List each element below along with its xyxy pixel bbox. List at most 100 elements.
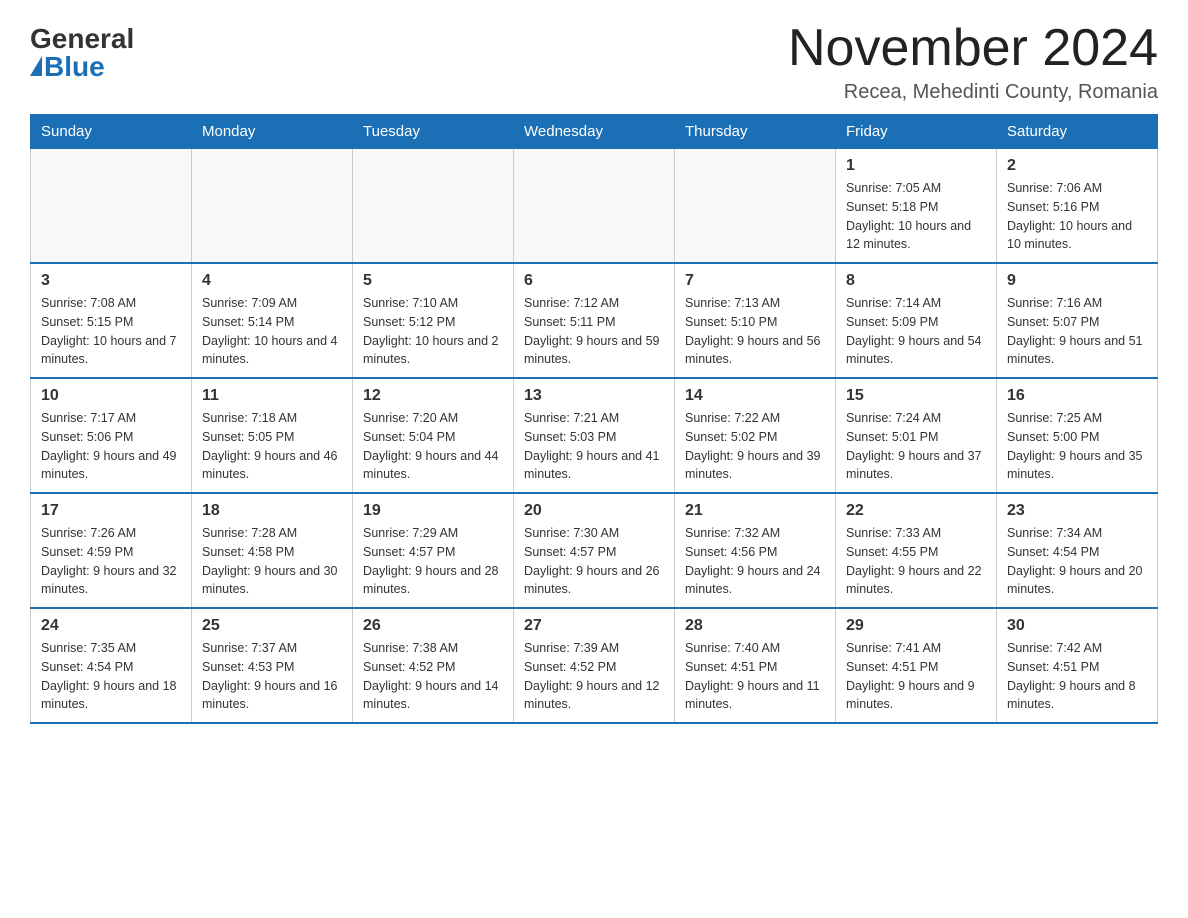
calendar-cell: 16 Sunrise: 7:25 AMSunset: 5:00 PMDayligh… <box>997 378 1158 493</box>
day-number: 3 <box>41 272 181 290</box>
day-number: 29 <box>846 617 986 635</box>
calendar-cell: 21Sunrise: 7:32 AMSunset: 4:56 PMDayligh… <box>675 493 836 608</box>
day-info: Sunrise: 7:37 AMSunset: 4:53 PMDaylight:… <box>202 639 342 714</box>
day-number: 28 <box>685 617 825 635</box>
calendar-table: SundayMondayTuesdayWednesdayThursdayFrid… <box>30 114 1158 724</box>
day-info: Sunrise: 7:20 AMSunset: 5:04 PMDaylight:… <box>363 409 503 484</box>
day-info: Sunrise: 7:38 AMSunset: 4:52 PMDaylight:… <box>363 639 503 714</box>
day-number: 4 <box>202 272 342 290</box>
calendar-header-row: SundayMondayTuesdayWednesdayThursdayFrid… <box>31 115 1158 149</box>
calendar-cell: 2Sunrise: 7:06 AMSunset: 5:16 PMDaylight… <box>997 149 1158 264</box>
day-info: Sunrise: 7:34 AMSunset: 4:54 PMDaylight:… <box>1007 524 1147 599</box>
day-info: Sunrise: 7:39 AMSunset: 4:52 PMDaylight:… <box>524 639 664 714</box>
day-number: 15 <box>846 387 986 405</box>
day-info: Sunrise: 7:08 AMSunset: 5:15 PMDaylight:… <box>41 294 181 369</box>
logo: General Blue <box>30 20 134 81</box>
calendar-cell <box>192 149 353 264</box>
calendar-cell: 25 Sunrise: 7:37 AMSunset: 4:53 PMDayligh… <box>192 608 353 723</box>
calendar-cell: 13Sunrise: 7:21 AMSunset: 5:03 PMDayligh… <box>514 378 675 493</box>
day-number: 17 <box>41 502 181 520</box>
day-info: Sunrise: 7:25 AMSunset: 5:00 PMDaylight:… <box>1007 409 1147 484</box>
month-title: November 2024 <box>788 20 1158 77</box>
calendar-cell: 24 Sunrise: 7:35 AMSunset: 4:54 PMDayligh… <box>31 608 192 723</box>
calendar-cell: 1 Sunrise: 7:05 AMSunset: 5:18 PMDaylight… <box>836 149 997 264</box>
day-info: Sunrise: 7:40 AMSunset: 4:51 PMDaylight:… <box>685 639 825 714</box>
calendar-cell: 22Sunrise: 7:33 AMSunset: 4:55 PMDayligh… <box>836 493 997 608</box>
calendar-cell: 23Sunrise: 7:34 AMSunset: 4:54 PMDayligh… <box>997 493 1158 608</box>
weekday-header-tuesday: Tuesday <box>353 115 514 149</box>
day-info: Sunrise: 7:22 AMSunset: 5:02 PMDaylight:… <box>685 409 825 484</box>
day-info: Sunrise: 7:13 AMSunset: 5:10 PMDaylight:… <box>685 294 825 369</box>
calendar-cell: 6 Sunrise: 7:12 AMSunset: 5:11 PMDaylight… <box>514 263 675 378</box>
calendar-cell: 10 Sunrise: 7:17 AMSunset: 5:06 PMDayligh… <box>31 378 192 493</box>
day-info: Sunrise: 7:28 AMSunset: 4:58 PMDaylight:… <box>202 524 342 599</box>
calendar-cell: 11 Sunrise: 7:18 AMSunset: 5:05 PMDayligh… <box>192 378 353 493</box>
day-info: Sunrise: 7:33 AMSunset: 4:55 PMDaylight:… <box>846 524 986 599</box>
day-number: 26 <box>363 617 503 635</box>
calendar-cell: 30 Sunrise: 7:42 AMSunset: 4:51 PMDayligh… <box>997 608 1158 723</box>
day-info: Sunrise: 7:29 AMSunset: 4:57 PMDaylight:… <box>363 524 503 599</box>
logo-general-text: General <box>30 25 134 53</box>
weekday-header-thursday: Thursday <box>675 115 836 149</box>
calendar-cell: 8 Sunrise: 7:14 AMSunset: 5:09 PMDaylight… <box>836 263 997 378</box>
location-text: Recea, Mehedinti County, Romania <box>788 81 1158 104</box>
day-info: Sunrise: 7:30 AMSunset: 4:57 PMDaylight:… <box>524 524 664 599</box>
calendar-week-2: 3 Sunrise: 7:08 AMSunset: 5:15 PMDaylight… <box>31 263 1158 378</box>
day-number: 6 <box>524 272 664 290</box>
day-info: Sunrise: 7:10 AMSunset: 5:12 PMDaylight:… <box>363 294 503 369</box>
calendar-cell: 9Sunrise: 7:16 AMSunset: 5:07 PMDaylight… <box>997 263 1158 378</box>
day-number: 20 <box>524 502 664 520</box>
day-info: Sunrise: 7:18 AMSunset: 5:05 PMDaylight:… <box>202 409 342 484</box>
day-info: Sunrise: 7:14 AMSunset: 5:09 PMDaylight:… <box>846 294 986 369</box>
calendar-cell: 20 Sunrise: 7:30 AMSunset: 4:57 PMDayligh… <box>514 493 675 608</box>
calendar-cell: 14 Sunrise: 7:22 AMSunset: 5:02 PMDayligh… <box>675 378 836 493</box>
calendar-cell: 15 Sunrise: 7:24 AMSunset: 5:01 PMDayligh… <box>836 378 997 493</box>
calendar-cell <box>514 149 675 264</box>
calendar-cell: 26 Sunrise: 7:38 AMSunset: 4:52 PMDayligh… <box>353 608 514 723</box>
day-number: 24 <box>41 617 181 635</box>
day-number: 7 <box>685 272 825 290</box>
calendar-week-4: 17Sunrise: 7:26 AMSunset: 4:59 PMDayligh… <box>31 493 1158 608</box>
logo-blue-text: Blue <box>30 53 105 81</box>
weekday-header-saturday: Saturday <box>997 115 1158 149</box>
calendar-cell: 3 Sunrise: 7:08 AMSunset: 5:15 PMDaylight… <box>31 263 192 378</box>
day-info: Sunrise: 7:16 AMSunset: 5:07 PMDaylight:… <box>1007 294 1147 369</box>
day-number: 14 <box>685 387 825 405</box>
day-info: Sunrise: 7:35 AMSunset: 4:54 PMDaylight:… <box>41 639 181 714</box>
day-info: Sunrise: 7:24 AMSunset: 5:01 PMDaylight:… <box>846 409 986 484</box>
calendar-cell: 7 Sunrise: 7:13 AMSunset: 5:10 PMDaylight… <box>675 263 836 378</box>
weekday-header-wednesday: Wednesday <box>514 115 675 149</box>
day-info: Sunrise: 7:17 AMSunset: 5:06 PMDaylight:… <box>41 409 181 484</box>
day-number: 27 <box>524 617 664 635</box>
day-number: 1 <box>846 157 986 175</box>
page-header: General Blue November 2024 Recea, Mehedi… <box>30 20 1158 104</box>
day-info: Sunrise: 7:12 AMSunset: 5:11 PMDaylight:… <box>524 294 664 369</box>
calendar-cell: 12 Sunrise: 7:20 AMSunset: 5:04 PMDayligh… <box>353 378 514 493</box>
day-info: Sunrise: 7:05 AMSunset: 5:18 PMDaylight:… <box>846 179 986 254</box>
calendar-cell: 28 Sunrise: 7:40 AMSunset: 4:51 PMDayligh… <box>675 608 836 723</box>
day-number: 30 <box>1007 617 1147 635</box>
calendar-cell <box>675 149 836 264</box>
calendar-cell: 17Sunrise: 7:26 AMSunset: 4:59 PMDayligh… <box>31 493 192 608</box>
day-info: Sunrise: 7:09 AMSunset: 5:14 PMDaylight:… <box>202 294 342 369</box>
day-info: Sunrise: 7:06 AMSunset: 5:16 PMDaylight:… <box>1007 179 1147 254</box>
weekday-header-monday: Monday <box>192 115 353 149</box>
weekday-header-sunday: Sunday <box>31 115 192 149</box>
day-number: 25 <box>202 617 342 635</box>
day-number: 8 <box>846 272 986 290</box>
weekday-header-friday: Friday <box>836 115 997 149</box>
day-number: 11 <box>202 387 342 405</box>
day-number: 16 <box>1007 387 1147 405</box>
calendar-week-3: 10 Sunrise: 7:17 AMSunset: 5:06 PMDayligh… <box>31 378 1158 493</box>
day-number: 10 <box>41 387 181 405</box>
day-info: Sunrise: 7:41 AMSunset: 4:51 PMDaylight:… <box>846 639 986 714</box>
day-info: Sunrise: 7:42 AMSunset: 4:51 PMDaylight:… <box>1007 639 1147 714</box>
calendar-cell <box>353 149 514 264</box>
day-number: 21 <box>685 502 825 520</box>
day-number: 19 <box>363 502 503 520</box>
calendar-cell: 19 Sunrise: 7:29 AMSunset: 4:57 PMDayligh… <box>353 493 514 608</box>
calendar-cell: 5Sunrise: 7:10 AMSunset: 5:12 PMDaylight… <box>353 263 514 378</box>
calendar-week-5: 24 Sunrise: 7:35 AMSunset: 4:54 PMDayligh… <box>31 608 1158 723</box>
calendar-cell: 29 Sunrise: 7:41 AMSunset: 4:51 PMDayligh… <box>836 608 997 723</box>
day-number: 12 <box>363 387 503 405</box>
